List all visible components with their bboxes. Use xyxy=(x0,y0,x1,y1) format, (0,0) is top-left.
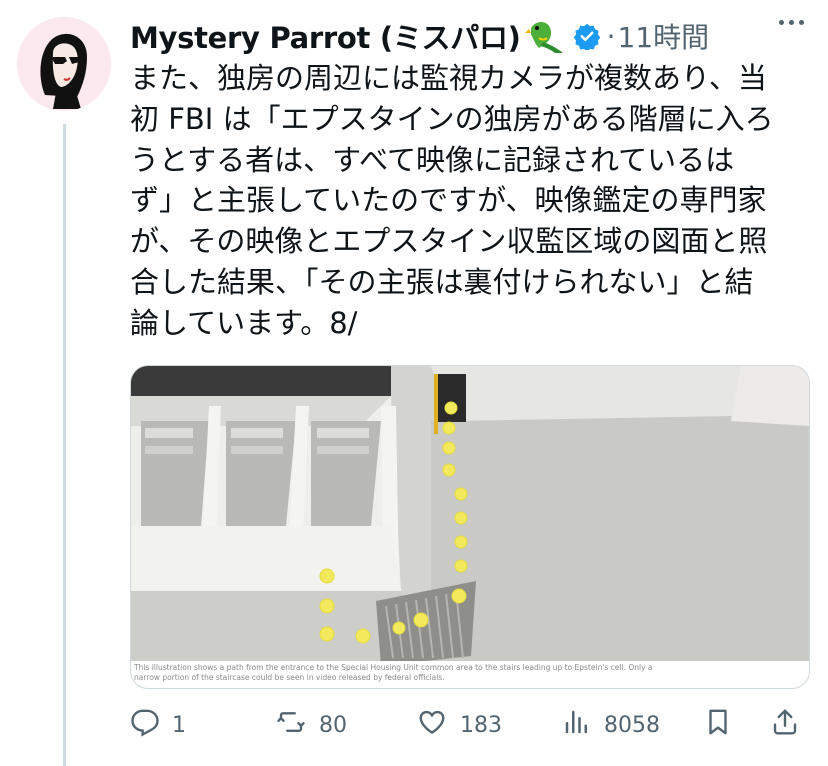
tweet-actions-bar: 1 80 183 8058 xyxy=(130,702,810,748)
tweet-line: 論しています。8/ xyxy=(130,305,358,340)
tweet-line: 初 FBI は「エプスタインの独房がある階層に入ろ xyxy=(130,101,774,136)
share-icon xyxy=(770,707,800,743)
views-count: 8058 xyxy=(604,712,660,738)
tweet-header: Mystery Parrot (ミスパロ) · 11時間 xyxy=(130,14,808,58)
tweet-line: ず」と主張していたのですが、映像鑑定の専門家 xyxy=(130,183,767,218)
views-button[interactable]: 8058 xyxy=(562,702,660,748)
verified-badge-icon xyxy=(573,22,601,50)
repost-button[interactable]: 80 xyxy=(275,702,347,748)
tweet-line: が、その映像とエプスタイン収監区域の図面と照 xyxy=(130,224,768,259)
views-chart-icon xyxy=(562,707,592,743)
bookmark-icon xyxy=(703,707,733,743)
more-options-icon[interactable] xyxy=(779,20,804,25)
repost-count: 80 xyxy=(319,712,347,738)
timestamp[interactable]: 11時間 xyxy=(618,16,710,56)
parrot-icon xyxy=(524,18,565,54)
thread-connector-line xyxy=(63,124,66,766)
heart-icon xyxy=(416,707,448,743)
tweet-media-image[interactable]: This illustration shows a path from the … xyxy=(130,365,810,689)
tweet-line: うとする者は、すべて映像に記録されているは xyxy=(130,142,735,177)
bookmark-button[interactable] xyxy=(703,702,733,748)
author-name[interactable]: Mystery Parrot (ミスパロ) xyxy=(130,15,521,57)
reply-count: 1 xyxy=(172,712,186,738)
like-count: 183 xyxy=(460,712,502,738)
prison-illustration xyxy=(131,366,809,688)
share-button[interactable] xyxy=(770,702,800,748)
repost-icon xyxy=(275,707,307,743)
like-button[interactable]: 183 xyxy=(416,702,502,748)
avatar[interactable] xyxy=(17,17,111,111)
caption-line: This illustration shows a path from the … xyxy=(134,663,653,672)
tweet-line: また、独房の周辺には監視カメラが複数あり、当 xyxy=(130,61,767,95)
tweet-text: また、独房の周辺には監視カメラが複数あり、当 初 FBI は「エプスタインの独房… xyxy=(130,58,810,344)
image-caption: This illustration shows a path from the … xyxy=(134,663,806,683)
tweet-line: 合した結果、「その主張は裏付けられない」と結 xyxy=(130,264,754,299)
caption-line: narrow portion of the staircase could be… xyxy=(134,673,445,682)
avatar-illustration xyxy=(17,17,111,111)
separator-dot: · xyxy=(606,19,616,53)
reply-icon xyxy=(130,707,160,743)
reply-button[interactable]: 1 xyxy=(130,702,186,748)
